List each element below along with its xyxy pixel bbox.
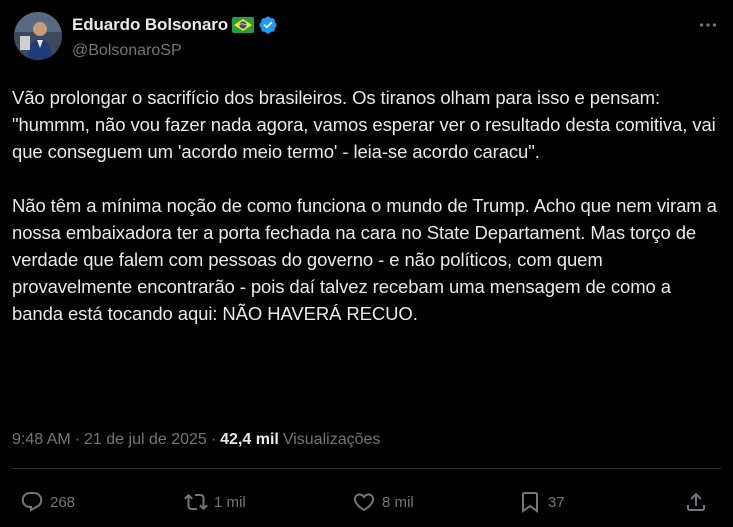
tweet-meta: 9:48 AM · 21 de jul de 2025 · 42,4 mil V… bbox=[12, 431, 380, 449]
tweet-text: Vão prolongar o sacrifício dos brasileir… bbox=[12, 87, 717, 324]
like-button[interactable]: 8 mil bbox=[352, 490, 414, 514]
reply-button[interactable]: 268 bbox=[20, 490, 75, 514]
display-name[interactable]: Eduardo Bolsonaro bbox=[72, 15, 228, 35]
divider bbox=[12, 468, 721, 469]
share-button[interactable] bbox=[684, 490, 708, 514]
retweet-count: 1 mil bbox=[214, 493, 246, 511]
bookmark-count: 37 bbox=[548, 493, 565, 511]
retweet-button[interactable]: 1 mil bbox=[184, 490, 246, 514]
avatar[interactable] bbox=[14, 12, 62, 60]
heart-icon bbox=[352, 490, 376, 514]
verified-badge-icon[interactable] bbox=[258, 15, 278, 35]
like-count: 8 mil bbox=[382, 493, 414, 511]
views-label[interactable]: Visualizações bbox=[283, 431, 381, 449]
bookmark-button[interactable]: 37 bbox=[518, 490, 565, 514]
tweet-time[interactable]: 9:48 AM bbox=[12, 431, 71, 449]
views-count[interactable]: 42,4 mil bbox=[220, 431, 279, 449]
tweet-date[interactable]: 21 de jul de 2025 bbox=[84, 431, 207, 449]
more-icon[interactable] bbox=[697, 14, 719, 36]
action-bar: 268 1 mil 8 mil 37 bbox=[0, 490, 733, 524]
author-name-row: Eduardo Bolsonaro bbox=[72, 15, 278, 35]
meta-separator: · bbox=[74, 431, 81, 448]
avatar-image bbox=[14, 12, 62, 60]
tweet-card[interactable]: Eduardo Bolsonaro @BolsonaroSP Vão prolo… bbox=[0, 0, 733, 527]
meta-separator: · bbox=[210, 431, 217, 448]
retweet-icon bbox=[184, 490, 208, 514]
author-handle[interactable]: @BolsonaroSP bbox=[72, 42, 182, 60]
brazil-flag-icon bbox=[232, 17, 255, 33]
reply-icon bbox=[20, 490, 44, 514]
reply-count: 268 bbox=[50, 493, 76, 511]
bookmark-icon bbox=[518, 490, 542, 514]
share-icon bbox=[684, 490, 708, 514]
